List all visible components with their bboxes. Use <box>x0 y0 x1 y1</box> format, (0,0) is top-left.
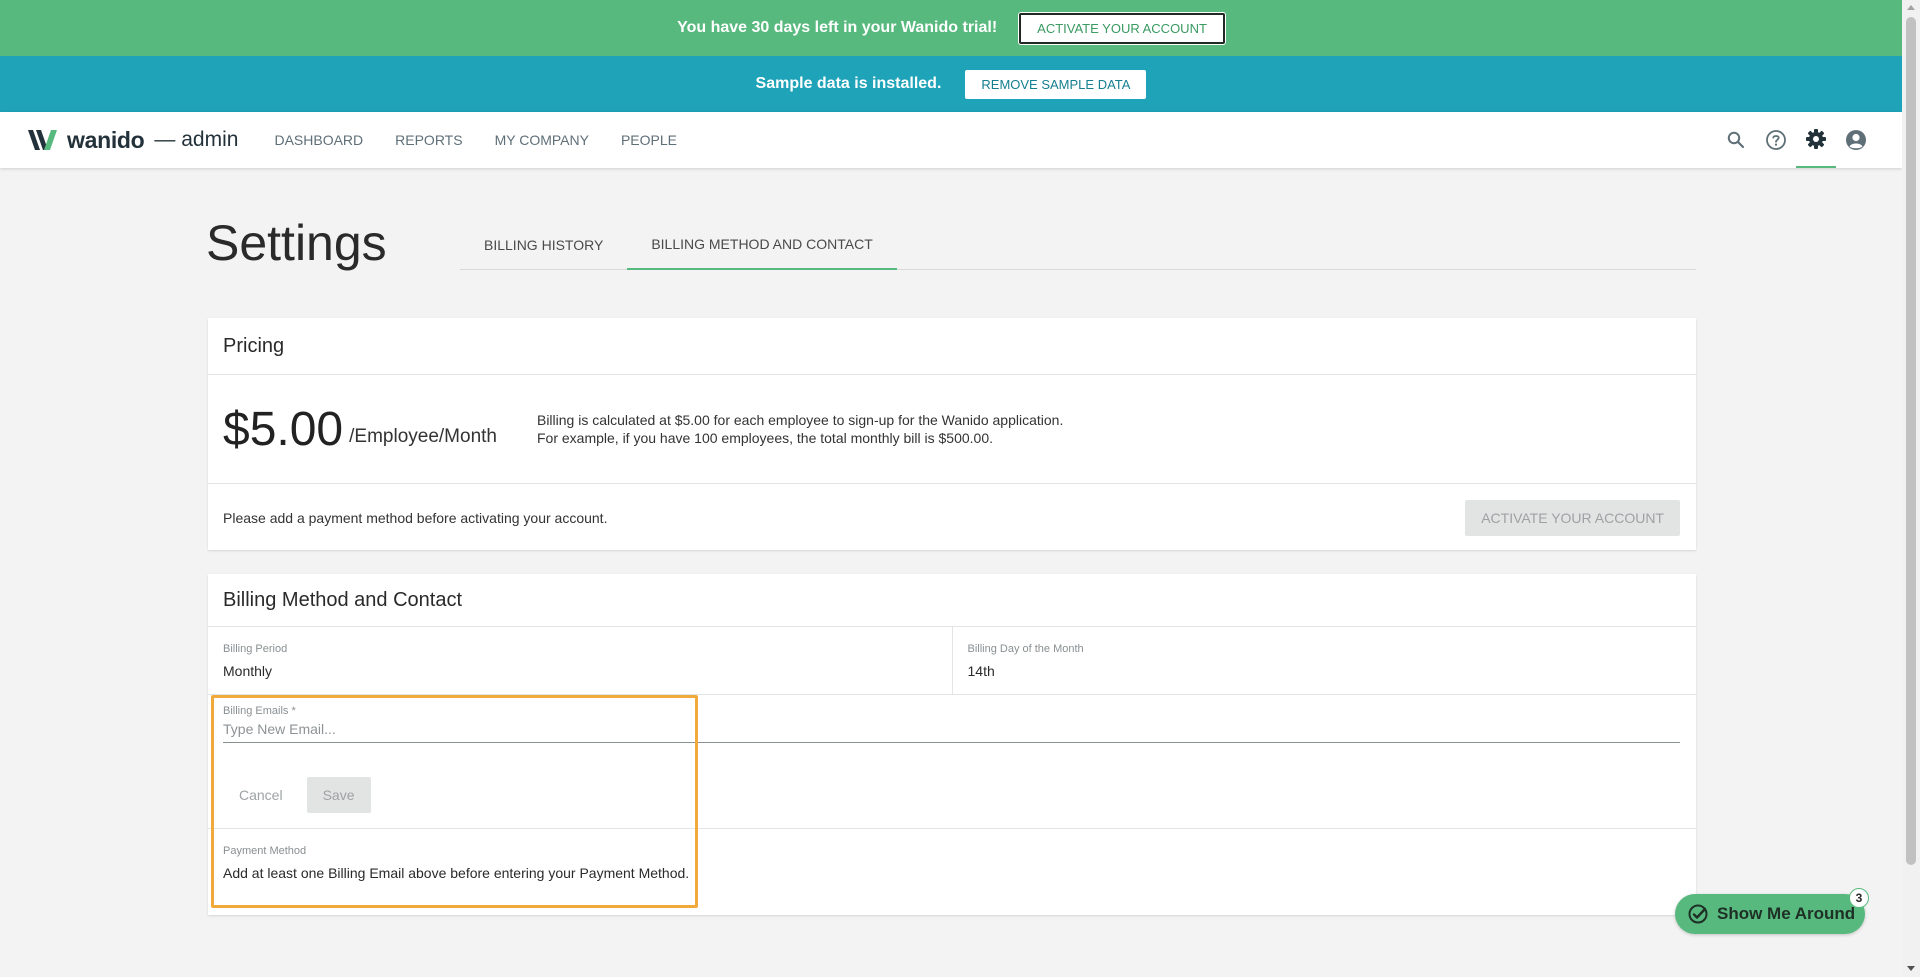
nav-links: DASHBOARD REPORTS MY COMPANY PEOPLE <box>274 132 677 148</box>
sample-data-text: Sample data is installed. <box>755 75 942 92</box>
tab-billing-history[interactable]: BILLING HISTORY <box>460 220 627 270</box>
price-description: Billing is calculated at $5.00 for each … <box>537 411 1063 447</box>
activate-row: Please add a payment method before activ… <box>208 484 1696 551</box>
payment-notice: Please add a payment method before activ… <box>223 509 608 526</box>
remove-sample-data-button[interactable]: REMOVE SAMPLE DATA <box>965 69 1147 99</box>
price-description-line-1: Billing is calculated at $5.00 for each … <box>536 412 1064 428</box>
save-button[interactable]: Save <box>306 777 371 813</box>
page-scrollbar[interactable] <box>1902 0 1920 977</box>
nav-reports[interactable]: REPORTS <box>395 132 462 148</box>
show-me-around-button[interactable]: Show Me Around <box>1675 894 1865 934</box>
nav-dashboard[interactable]: DASHBOARD <box>274 132 363 148</box>
wanido-logo-icon <box>28 130 57 150</box>
payment-method-label: Payment Method <box>223 845 307 857</box>
logo[interactable]: wanido — admin <box>26 127 238 154</box>
cancel-button[interactable]: Cancel <box>223 777 299 813</box>
help-icon[interactable] <box>1756 112 1796 168</box>
billing-title: Billing Method and Contact <box>223 588 463 611</box>
tab-billing-method-and-contact[interactable]: BILLING METHOD AND CONTACT <box>627 220 897 270</box>
show-me-around-label: Show Me Around <box>1717 904 1856 923</box>
trial-banner: You have 30 days left in your Wanido tri… <box>0 0 1902 56</box>
billing-day-field: Billing Day of the Month 14th <box>951 627 1697 694</box>
trial-banner-text: You have 30 days left in your Wanido tri… <box>677 19 998 36</box>
billing-period-label: Billing Period <box>223 643 288 655</box>
billing-card: Billing Method and Contact Billing Perio… <box>208 574 1696 915</box>
billing-period-value: Monthly <box>223 663 273 679</box>
scroll-up-arrow[interactable] <box>1907 5 1915 10</box>
billing-day-label: Billing Day of the Month <box>967 643 1084 655</box>
account-icon[interactable] <box>1836 112 1876 168</box>
billing-emails-section: Billing Emails * Cancel Save <box>208 695 1696 828</box>
billing-emails-label: Billing Emails * <box>223 705 296 717</box>
banner-activate-account-button[interactable]: ACTIVATE YOUR ACCOUNT <box>1019 12 1225 44</box>
price-unit: /Employee/Month <box>349 426 497 447</box>
price-row: $5.00 /Employee/Month Billing is calcula… <box>208 375 1696 483</box>
billing-day-value: 14th <box>967 663 995 679</box>
sample-data-banner: Sample data is installed. REMOVE SAMPLE … <box>0 56 1902 112</box>
settings-tabs: BILLING HISTORY BILLING METHOD AND CONTA… <box>460 220 1696 270</box>
brand-suffix: — admin <box>154 128 239 151</box>
price-amount: $5.00 <box>223 402 344 456</box>
check-circle-icon <box>1688 904 1708 924</box>
pricing-card: Pricing $5.00 /Employee/Month Billing is… <box>208 318 1696 550</box>
payment-method-section: Payment Method Add at least one Billing … <box>208 829 1696 915</box>
billing-email-input[interactable] <box>223 717 1680 743</box>
billing-details-row: Billing Period Monthly Billing Day of th… <box>208 627 1696 694</box>
email-actions: Cancel Save <box>223 777 1680 813</box>
scroll-down-arrow[interactable] <box>1907 966 1915 971</box>
settings-icon[interactable] <box>1796 112 1836 168</box>
price-description-line-2: For example, if you have 100 employees, … <box>536 430 994 446</box>
tour-count-badge: 3 <box>1849 888 1869 908</box>
nav-icon-group <box>1716 112 1876 168</box>
nav-people[interactable]: PEOPLE <box>621 132 677 148</box>
pricing-title: Pricing <box>223 334 285 357</box>
billing-period-field: Billing Period Monthly <box>208 627 952 694</box>
brand-name: wanido <box>67 126 145 153</box>
search-icon[interactable] <box>1716 112 1756 168</box>
payment-method-text: Add at least one Billing Email above bef… <box>223 865 690 881</box>
top-nav: wanido — admin DASHBOARD REPORTS MY COMP… <box>0 112 1902 168</box>
nav-my-company[interactable]: MY COMPANY <box>495 132 589 148</box>
page-title: Settings <box>206 215 387 271</box>
scroll-thumb[interactable] <box>1906 17 1916 865</box>
activate-account-button[interactable]: ACTIVATE YOUR ACCOUNT <box>1465 499 1680 536</box>
